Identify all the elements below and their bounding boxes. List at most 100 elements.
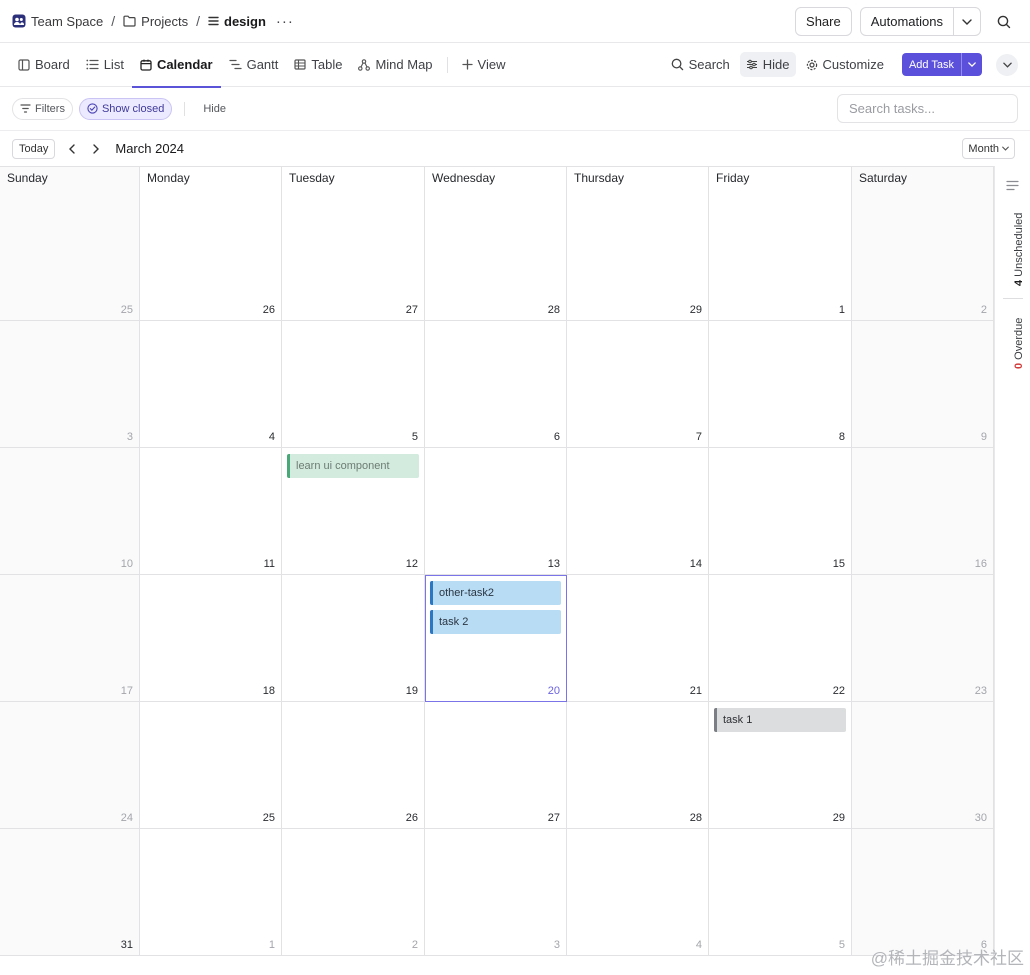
day-number: 1 xyxy=(838,304,845,316)
show-closed-toggle[interactable]: Show closed xyxy=(78,97,173,120)
overdue-tab[interactable]: 0 Overdue xyxy=(1013,318,1025,369)
day-cell[interactable]: 6 xyxy=(425,321,567,448)
day-cell[interactable]: 25 xyxy=(140,702,282,829)
search-global-button[interactable] xyxy=(989,7,1018,36)
day-cell[interactable]: 5 xyxy=(709,829,852,956)
tab-calendar[interactable]: Calendar xyxy=(131,43,221,88)
tab-gantt[interactable]: Gantt xyxy=(221,43,287,87)
add-task-dropdown[interactable] xyxy=(962,53,982,76)
sidebar-toggle-icon[interactable] xyxy=(1006,180,1019,191)
day-cell[interactable]: 5 xyxy=(282,321,425,448)
weekday-header: Friday xyxy=(716,171,750,185)
automations-dropdown[interactable] xyxy=(954,8,980,35)
day-cell[interactable]: 18 xyxy=(140,575,282,702)
day-number: 21 xyxy=(689,685,702,697)
day-cell[interactable]: Friday 1 xyxy=(709,167,852,321)
task-event[interactable]: task 1 xyxy=(714,708,846,732)
breadcrumb-space-label: Team Space xyxy=(31,13,104,29)
day-cell[interactable]: 13 xyxy=(425,448,567,575)
filters-button[interactable]: Filters xyxy=(12,97,73,120)
breadcrumb-space[interactable]: Team Space xyxy=(12,14,103,29)
day-cell[interactable]: 26 xyxy=(282,702,425,829)
day-cell[interactable]: 15 xyxy=(709,448,852,575)
customize-button[interactable]: Customize xyxy=(800,52,890,77)
day-cell[interactable]: 7 xyxy=(567,321,709,448)
day-number: 26 xyxy=(405,812,418,824)
day-cell[interactable]: 1 xyxy=(140,829,282,956)
day-number: 10 xyxy=(120,558,133,570)
day-cell[interactable]: 19 xyxy=(282,575,425,702)
day-cell[interactable]: 17 xyxy=(0,575,140,702)
plus-icon xyxy=(461,59,473,70)
weekday-header: Saturday xyxy=(859,171,908,185)
day-cell[interactable]: 14 xyxy=(567,448,709,575)
divider xyxy=(184,101,186,116)
day-cell[interactable]: 9 xyxy=(852,321,994,448)
day-cell[interactable]: Tuesday 27 xyxy=(282,167,425,321)
tab-gantt-label: Gantt xyxy=(246,57,279,72)
automations-button-group: Automations xyxy=(859,7,981,36)
day-cell[interactable]: 2 xyxy=(282,829,425,956)
day-cell[interactable]: Thursday 29 xyxy=(567,167,709,321)
tab-list[interactable]: List xyxy=(78,43,132,87)
day-cell[interactable]: 28 xyxy=(567,702,709,829)
day-cell[interactable]: Saturday 2 xyxy=(852,167,994,321)
hide-filter-button[interactable]: Hide xyxy=(197,103,232,115)
day-cell[interactable]: 8 xyxy=(709,321,852,448)
breadcrumb-folder-label: Projects xyxy=(141,13,189,29)
previous-month-button[interactable] xyxy=(61,138,83,160)
hide-button[interactable]: Hide xyxy=(739,52,796,77)
add-task-button[interactable]: Add Task xyxy=(902,53,962,76)
more-options-icon[interactable]: ··· xyxy=(276,13,294,30)
add-view-button[interactable]: View xyxy=(454,43,514,87)
chevron-right-icon xyxy=(93,143,100,154)
day-number: 2 xyxy=(411,939,418,951)
day-number: 18 xyxy=(262,685,275,697)
day-cell[interactable]: 24 xyxy=(0,702,140,829)
day-cell[interactable]: 21 xyxy=(567,575,709,702)
unscheduled-tab[interactable]: 4 Unscheduled xyxy=(1013,213,1025,286)
task-event[interactable]: learn ui component xyxy=(287,454,419,478)
day-cell[interactable]: Monday 26 xyxy=(140,167,282,321)
calendar-mode-select[interactable]: Month xyxy=(962,138,1015,159)
today-button[interactable]: Today xyxy=(12,138,56,159)
tab-mind-map[interactable]: Mind Map xyxy=(350,43,440,87)
day-number: 8 xyxy=(838,431,845,443)
day-cell[interactable]: 4 xyxy=(567,829,709,956)
next-month-button[interactable] xyxy=(85,138,107,160)
day-cell[interactable]: learn ui component 12 xyxy=(282,448,425,575)
day-cell[interactable]: Sunday 25 xyxy=(0,167,140,321)
task-event[interactable]: task 2 xyxy=(430,610,561,634)
weekday-header: Tuesday xyxy=(289,171,335,185)
day-cell[interactable]: 6 xyxy=(852,829,994,956)
day-cell[interactable]: Wednesday 28 xyxy=(425,167,567,321)
breadcrumb-list[interactable]: design xyxy=(208,14,266,29)
day-cell[interactable]: 11 xyxy=(140,448,282,575)
day-cell[interactable]: 30 xyxy=(852,702,994,829)
day-number: 22 xyxy=(832,685,845,697)
task-event[interactable]: other-task2 xyxy=(430,581,561,605)
day-cell[interactable]: 23 xyxy=(852,575,994,702)
search-tasks-input[interactable] xyxy=(837,94,1018,123)
collapse-toolbar-button[interactable] xyxy=(996,53,1018,76)
breadcrumb-folder[interactable]: Projects xyxy=(123,14,188,29)
day-cell[interactable]: 4 xyxy=(140,321,282,448)
day-cell[interactable]: 3 xyxy=(0,321,140,448)
search-button[interactable]: Search xyxy=(665,52,736,77)
day-cell[interactable]: 22 xyxy=(709,575,852,702)
day-cell-today[interactable]: other-task2 task 2 20 xyxy=(425,575,567,702)
day-cell[interactable]: 3 xyxy=(425,829,567,956)
share-button[interactable]: Share xyxy=(795,7,852,36)
day-cell[interactable]: 31 xyxy=(0,829,140,956)
day-cell[interactable]: task 1 29 xyxy=(709,702,852,829)
tab-board[interactable]: Board xyxy=(10,43,78,87)
view-actions: Search Hide Customize Add Task xyxy=(665,52,1018,77)
top-bar: Team Space / Projects / design ··· Share… xyxy=(0,0,1030,43)
day-cell[interactable]: 27 xyxy=(425,702,567,829)
automations-button[interactable]: Automations xyxy=(861,8,954,35)
day-cell[interactable]: 10 xyxy=(0,448,140,575)
tab-table[interactable]: Table xyxy=(286,43,350,87)
sliders-icon xyxy=(746,59,757,70)
day-cell[interactable]: 16 xyxy=(852,448,994,575)
day-number: 14 xyxy=(689,558,702,570)
